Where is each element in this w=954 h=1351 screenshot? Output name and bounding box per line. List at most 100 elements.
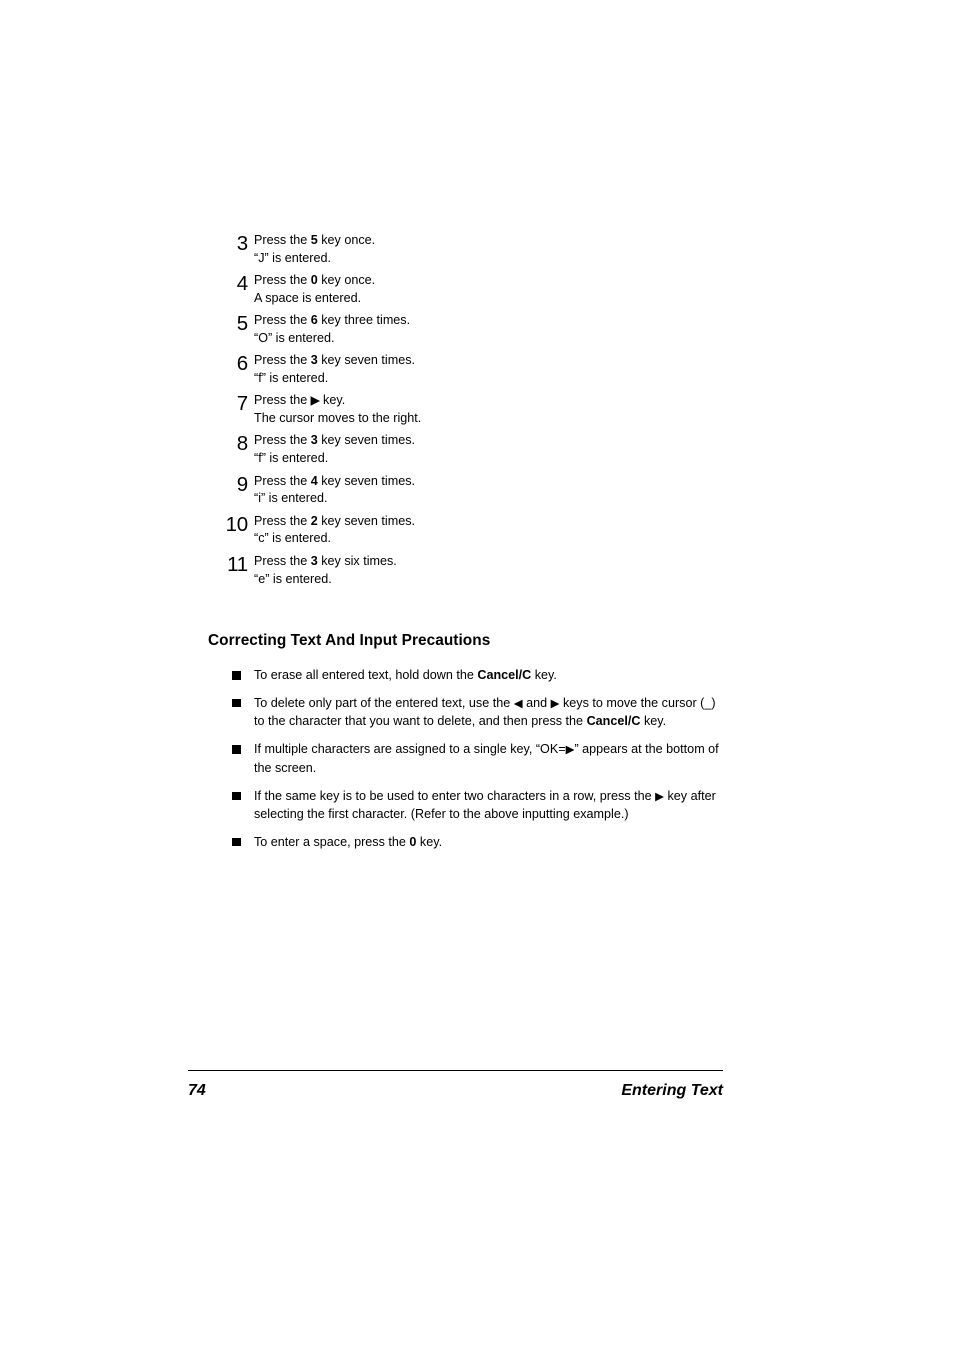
step-number: 7 — [236, 392, 248, 416]
step-result: “J” is entered. — [254, 250, 331, 265]
step-result: “O” is entered. — [254, 330, 335, 345]
step-result: “f” is entered. — [254, 451, 329, 466]
step-result: “f” is entered. — [254, 371, 329, 386]
step-instruction-prefix: Press the — [254, 433, 311, 448]
step-instruction-suffix: key seven times. — [317, 513, 416, 528]
step-instruction-suffix: key seven times. — [317, 433, 416, 448]
square-bullet-glyph — [232, 745, 241, 754]
step-number: 10 — [225, 512, 249, 536]
step-number: 9 — [236, 472, 248, 496]
step-instruction: Press the 6 key three times. — [254, 312, 723, 330]
step-item: 10 Press the 2 key seven times. “c” is ent… — [188, 513, 723, 549]
step-instruction-prefix: Press the — [254, 513, 311, 528]
square-bullet-glyph — [232, 791, 241, 801]
page-footer: 74 Entering Text — [188, 1082, 723, 1100]
step-instruction-prefix: Press the — [254, 473, 311, 488]
bullet-text: To enter a space, press the 0 key. — [254, 833, 723, 851]
bullet-text-run: To enter a space, press the — [254, 834, 410, 849]
step-item: 3 Press the 5 key once. “J” is entered. — [188, 232, 723, 268]
bullet-text-run: To delete only part of the entered text,… — [254, 695, 514, 710]
square-bullet-glyph — [232, 837, 241, 847]
step-body: Press the 3 key seven times. “f” is enter… — [248, 352, 723, 388]
square-bullet-icon — [188, 787, 254, 801]
bullet-text-run: key. — [531, 668, 557, 682]
step-number: 6 — [236, 352, 248, 376]
step-body: Press the 2 key seven times. “c” is enter… — [248, 513, 723, 549]
step-instruction: Press the 4 key seven times. — [254, 473, 723, 491]
step-body: Press the 6 key three times. “O” is enter… — [248, 312, 723, 348]
bullet-item: To erase all entered text, hold down the… — [188, 666, 723, 684]
step-instruction: Press the 3 key seven times. — [254, 432, 723, 450]
step-body: Press the 3 key six times. “e” is entered… — [248, 553, 723, 589]
step-instruction-prefix: Press the — [254, 273, 311, 288]
step-instruction: Press the 3 key seven times. — [254, 352, 723, 370]
step-instruction: Press the 5 key once. — [254, 232, 723, 250]
bullet-item: If the same key is to be used to enter t… — [188, 787, 723, 824]
step-instruction-suffix: key seven times. — [317, 353, 416, 368]
bullet-text-run: To erase all entered text, hold down the — [254, 668, 478, 682]
bullet-text-run: ▶ — [655, 790, 664, 803]
step-instruction-suffix: key once. — [317, 273, 376, 288]
square-bullet-icon — [188, 694, 254, 708]
step-instruction-suffix: key. — [319, 393, 346, 408]
footer-section-title: Entering Text — [621, 1082, 723, 1099]
step-body: Press the 0 key once. A space is entered. — [248, 272, 723, 308]
bullet-text: To erase all entered text, hold down the… — [254, 666, 723, 684]
precautions-bullet-list: To erase all entered text, hold down the… — [188, 666, 723, 861]
step-body: Press the 4 key seven times. “i” is enter… — [248, 473, 723, 509]
bullet-item: To delete only part of the entered text,… — [188, 694, 723, 731]
step-instruction-prefix: Press the — [254, 553, 311, 568]
step-item: 4 Press the 0 key once. A space is entered… — [188, 272, 723, 308]
step-item: 5 Press the 6 key three times. “O” is ente… — [188, 312, 723, 348]
step-key-label: 2 — [310, 513, 318, 528]
step-item: 6 Press the 3 key seven times. “f” is ente… — [188, 352, 723, 388]
step-instruction-suffix: key seven times. — [317, 473, 416, 488]
section-heading: Correcting Text And Input Precautions — [208, 632, 491, 649]
step-instruction-prefix: Press the — [254, 393, 311, 408]
bullet-text-run: If the same key is to be used to enter t… — [254, 788, 656, 803]
step-result: “c” is entered. — [254, 531, 331, 546]
step-instruction-suffix: key once. — [317, 233, 376, 247]
step-body: Press the 3 key seven times. “f” is enter… — [248, 432, 723, 468]
step-number: 3 — [236, 232, 248, 255]
bullet-text-run: key. — [640, 714, 667, 729]
step-key-label: 5 — [310, 233, 318, 247]
numbered-step-list: 3 Press the 5 key once. “J” is entered. 4 Pr… — [188, 232, 723, 593]
step-result: A space is entered. — [254, 290, 362, 305]
square-bullet-icon — [188, 833, 254, 847]
step-result: “i” is entered. — [254, 491, 328, 506]
square-bullet-icon — [188, 740, 254, 754]
step-body: Press the ▶ key. The cursor moves to the … — [248, 392, 723, 428]
step-key-label: 6 — [310, 313, 318, 328]
step-instruction-suffix: key six times. — [317, 553, 397, 568]
step-number: 4 — [236, 272, 248, 296]
step-item: 7 Press the ▶ key. The cursor moves to the… — [188, 392, 723, 428]
bullet-text: If the same key is to be used to enter t… — [254, 787, 723, 824]
step-result: “e” is entered. — [254, 571, 332, 586]
step-key-label: 3 — [310, 433, 318, 448]
step-instruction: Press the ▶ key. — [254, 392, 723, 410]
footer-divider — [188, 1070, 723, 1071]
step-item: 11 Press the 3 key six times. “e” is enter… — [188, 553, 723, 589]
step-key-label: ▶ — [310, 395, 320, 408]
bullet-text-run: ◀ — [513, 697, 523, 710]
step-item: 9 Press the 4 key seven times. “i” is ente… — [188, 473, 723, 509]
step-item: 8 Press the 3 key seven times. “f” is ente… — [188, 432, 723, 468]
step-instruction: Press the 3 key six times. — [254, 553, 723, 571]
square-bullet-icon — [188, 666, 254, 680]
step-instruction: Press the 0 key once. — [254, 272, 723, 290]
step-key-label: 0 — [310, 273, 318, 288]
bullet-text-run: key. — [416, 834, 443, 849]
step-result: The cursor moves to the right. — [254, 411, 422, 426]
bullet-item: To enter a space, press the 0 key. — [188, 833, 723, 851]
step-number: 8 — [236, 432, 248, 456]
footer-page-number: 74 — [188, 1082, 206, 1099]
step-key-label: 3 — [310, 353, 318, 368]
step-key-label: 4 — [310, 473, 318, 488]
bullet-text: To delete only part of the entered text,… — [254, 694, 723, 731]
square-bullet-glyph — [232, 698, 241, 708]
document-page: 3 Press the 5 key once. “J” is entered. 4 Pr… — [188, 0, 723, 1351]
bullet-text: If multiple characters are assigned to a… — [254, 740, 723, 777]
bullet-text-run: and — [522, 695, 551, 710]
step-instruction-suffix: key three times. — [317, 313, 411, 328]
